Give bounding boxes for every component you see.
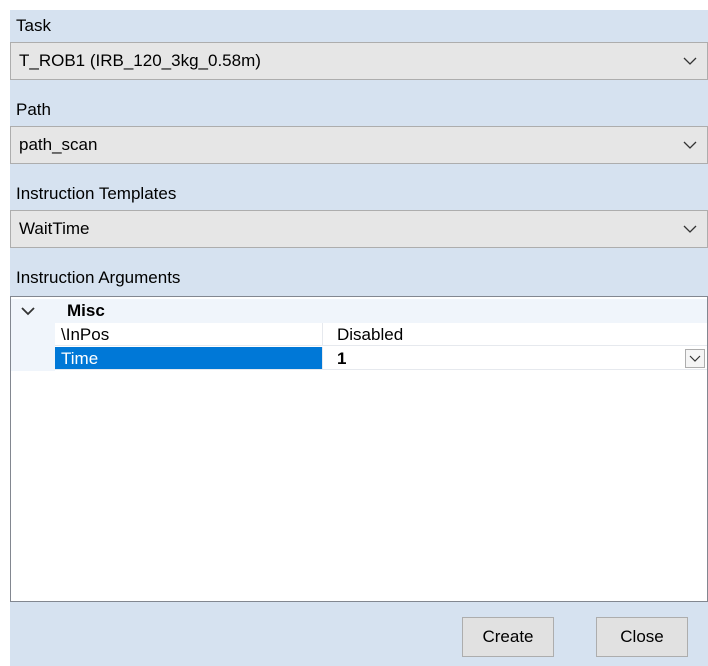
instruction-templates-combobox-value: WaitTime [19,219,90,238]
instruction-arguments-property-grid[interactable]: Misc \InPos Disabled Time 1 [10,296,708,602]
category-label: Misc [67,301,105,320]
chevron-down-icon[interactable] [21,306,35,316]
chevron-down-icon [683,225,697,233]
property-value-text[interactable]: 1 [337,349,346,368]
instruction-arguments-label: Instruction Arguments [16,268,181,287]
property-value-editor[interactable]: 1 [323,347,707,370]
property-value[interactable]: Disabled [323,323,707,346]
property-gutter [11,323,55,347]
create-button[interactable]: Create [462,617,554,657]
instruction-templates-combobox[interactable]: WaitTime [10,210,708,248]
chevron-down-icon [683,141,697,149]
close-button[interactable]: Close [596,617,688,657]
instruction-templates-label: Instruction Templates [16,184,177,203]
path-label: Path [16,100,51,119]
create-instruction-panel: Task T_ROB1 (IRB_120_3kg_0.58m) Path pat… [10,10,708,666]
property-gutter [11,347,55,371]
chevron-down-icon [689,355,701,362]
property-name-selected[interactable]: Time [55,347,323,370]
value-dropdown-button[interactable] [685,349,705,368]
task-label: Task [16,16,51,35]
property-name[interactable]: \InPos [55,323,323,346]
path-combobox[interactable]: path_scan [10,126,708,164]
property-row-inpos[interactable]: \InPos Disabled [11,323,707,347]
path-combobox-value: path_scan [19,135,98,154]
chevron-down-icon [683,57,697,65]
task-combobox-value: T_ROB1 (IRB_120_3kg_0.58m) [19,51,261,70]
category-row-misc[interactable]: Misc [11,299,707,323]
property-row-time[interactable]: Time 1 [11,347,707,371]
task-combobox[interactable]: T_ROB1 (IRB_120_3kg_0.58m) [10,42,708,80]
